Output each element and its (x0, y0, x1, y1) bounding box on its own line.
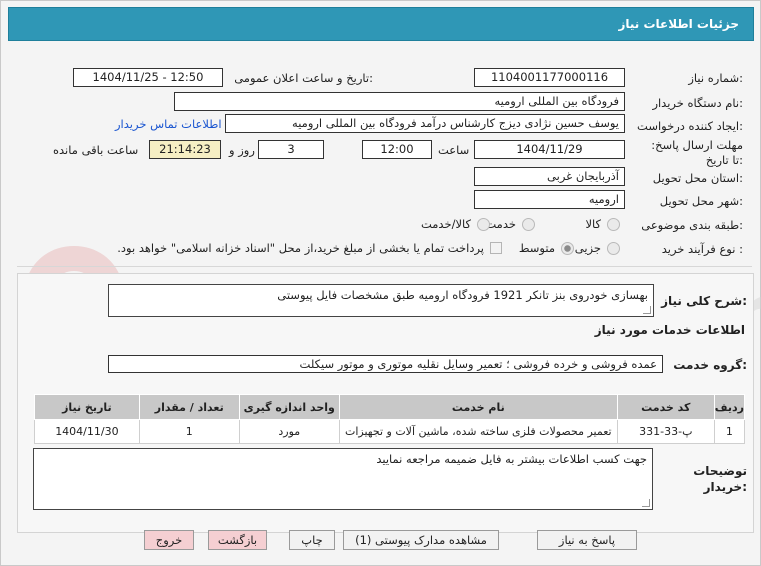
need-number-field: 1104001177000116 (474, 68, 625, 87)
resize-handle-icon (642, 499, 650, 507)
remaining-time-label: ساعت باقی مانده (53, 143, 139, 157)
creator-field: یوسف حسین نژادی دیزج کارشناس درآمد فرودگ… (225, 114, 625, 133)
province-field: آذربایجان غربی (474, 167, 625, 186)
col-qty-header: تعداد / مقدار (138, 394, 240, 420)
cell-service-code: پ-33-331 (616, 419, 715, 444)
col-row-header: ردیف (713, 394, 746, 420)
table-row: 1 پ-33-331 تعمیر محصولات فلزی ساخته شده،… (34, 419, 746, 444)
radio-icon[interactable] (522, 217, 535, 231)
cell-need-date: 1404/11/30 (34, 419, 140, 444)
buyer-notes-label: توضیحات خریدار: (693, 464, 747, 494)
days-label: روز و (229, 143, 255, 157)
category-radio-goods-service[interactable]: کالا/خدمت (421, 217, 490, 231)
services-title: اطلاعات خدمات مورد نیاز (594, 323, 745, 337)
buyer-org-field: فرودگاه بین المللی ارومیه (174, 92, 625, 111)
summary-label: شرح کلی نیاز: (661, 294, 747, 308)
announce-label: تاریخ و ساعت اعلان عمومی: (234, 71, 373, 85)
radio-icon[interactable] (607, 241, 620, 255)
print-button[interactable]: چاپ (289, 530, 335, 550)
cell-row-number: 1 (713, 419, 746, 444)
deadline-label: مهلت ارسال پاسخ: تا تاریخ: (651, 138, 743, 167)
city-field: ارومیه (474, 190, 625, 209)
section-divider (17, 266, 752, 267)
announce-date-field: 1404/11/25 - 12:50 (73, 68, 223, 87)
deadline-time-field: 12:00 (362, 140, 432, 159)
category-radio-goods[interactable]: کالا (585, 217, 620, 231)
page-frame: جزئیات اطلاعات نیاز AriaTender.net شماره… (0, 0, 761, 566)
city-label: شهر محل تحویل: (659, 194, 743, 208)
process-radio-medium[interactable]: متوسط (519, 241, 574, 255)
category-label: طبقه بندی موضوعی: (641, 218, 743, 232)
page-title: جزئیات اطلاعات نیاز (618, 17, 739, 31)
buyer-contact-link[interactable]: اطلاعات تماس خریدار (115, 117, 222, 131)
exit-button[interactable]: خروج (144, 530, 194, 550)
deadline-time-label: ساعت (438, 143, 470, 157)
treasury-payment-checkbox[interactable]: پرداخت تمام یا بخشی از مبلغ خرید،از محل … (117, 241, 502, 255)
process-label: نوع فرآیند خرید : (661, 242, 743, 256)
table-header-row: ردیف کد خدمت نام خدمت واحد اندازه گیری ت… (34, 394, 746, 420)
province-label: استان محل تحویل: (652, 171, 743, 185)
buyer-notes-textarea: جهت کسب اطلاعات بیشتر به فایل ضمیمه مراج… (33, 448, 653, 510)
col-date-header: تاریخ نیاز (34, 394, 140, 420)
creator-label: ایجاد کننده درخواست: (637, 119, 743, 133)
service-group-field: عمده فروشی و خرده فروشی ؛ تعمیر وسایل نق… (108, 355, 663, 373)
process-radio-minor[interactable]: جزیی (575, 241, 620, 255)
radio-selected-icon[interactable] (561, 241, 574, 255)
services-table: ردیف کد خدمت نام خدمت واحد اندازه گیری ت… (34, 394, 746, 444)
buyer-org-label: نام دستگاه خریدار: (652, 96, 743, 110)
radio-icon[interactable] (477, 217, 490, 231)
col-code-header: کد خدمت (616, 394, 715, 420)
cell-quantity: 1 (138, 419, 240, 444)
category-radio-service[interactable]: خدمت (485, 217, 535, 231)
cell-service-name: تعمیر محصولات فلزی ساخته شده، ماشین آلات… (338, 419, 618, 444)
days-remaining-field: 3 (258, 140, 324, 159)
need-number-label: شماره نیاز: (688, 71, 743, 85)
view-attachments-button[interactable]: مشاهده مدارک پیوستی (1) (343, 530, 499, 550)
checkbox-icon[interactable] (490, 242, 502, 254)
header-bar: جزئیات اطلاعات نیاز (8, 7, 754, 41)
cell-unit: مورد (238, 419, 340, 444)
back-button[interactable]: بازگشت (208, 530, 267, 550)
resize-handle-icon (643, 306, 651, 314)
col-unit-header: واحد اندازه گیری (238, 394, 340, 420)
summary-textarea: بهسازی خودروی بنز تانکر 1921 فرودگاه ارو… (108, 284, 654, 317)
radio-icon[interactable] (607, 217, 620, 231)
col-name-header: نام خدمت (338, 394, 618, 420)
service-group-label: گروه خدمت: (673, 358, 747, 372)
remaining-time-field: 21:14:23 (149, 140, 221, 159)
deadline-date-field: 1404/11/29 (474, 140, 625, 159)
reply-button[interactable]: پاسخ به نیاز (537, 530, 637, 550)
